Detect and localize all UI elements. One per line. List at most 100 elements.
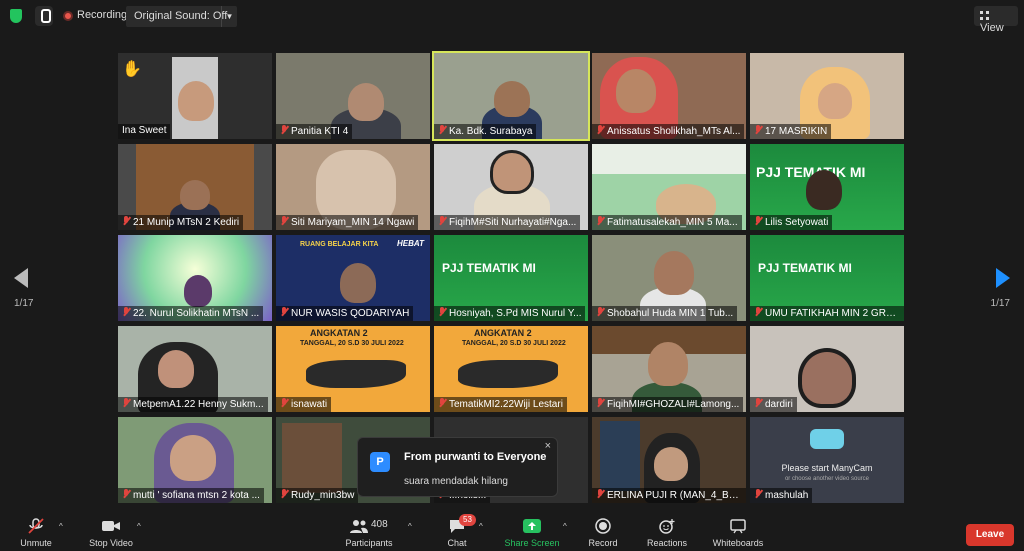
- participant-tile[interactable]: MetpemA1.22 Henny Sukm...: [118, 326, 272, 412]
- participant-name: dardiri: [750, 397, 797, 412]
- participant-name: Hosniyah, S.Pd MIS Nurul Y...: [434, 306, 586, 321]
- chat-options-caret-icon[interactable]: ^: [479, 522, 483, 531]
- muted-mic-icon: [280, 489, 288, 499]
- participant-name: Panitia KTI 4: [276, 124, 353, 139]
- participant-tile[interactable]: PJJ TEMATIK MI Hosniyah, S.Pd MIS Nurul …: [434, 235, 588, 321]
- leave-meeting-button[interactable]: Leave: [966, 524, 1014, 546]
- next-page-arrow-icon[interactable]: [996, 268, 1010, 288]
- participants-button[interactable]: 408 Participants: [340, 510, 398, 551]
- participant-name: mutti ' sofiana mtsn 2 kota ...: [118, 488, 264, 503]
- view-button[interactable]: View: [974, 6, 1018, 34]
- participants-options-caret-icon[interactable]: ^: [408, 522, 412, 531]
- audio-mic-icon[interactable]: [35, 6, 53, 26]
- banner-title: PJJ TEMATIK MI: [758, 261, 852, 275]
- muted-mic-icon: [596, 489, 604, 499]
- participant-tile[interactable]: dardiri: [750, 326, 904, 412]
- chat-notification-message: suara mendadak hilang: [404, 476, 508, 487]
- muted-mic-icon: [596, 216, 604, 226]
- top-bar: Recording Original Sound: Off ▼ View: [0, 0, 1024, 34]
- participant-tile[interactable]: 21 Munip MTsN 2 Kediri: [118, 144, 272, 230]
- participant-name: NUR WASIS QODARIYAH: [276, 306, 414, 321]
- recording-label: Recording: [77, 9, 128, 21]
- participant-tile[interactable]: FiqihMI#GHOZALI#Lamong...: [592, 326, 746, 412]
- participant-tile[interactable]: Shobahul Huda MIN 1 Tub...: [592, 235, 746, 321]
- participant-name: 21 Munip MTsN 2 Kediri: [118, 215, 244, 230]
- muted-mic-icon: [596, 398, 604, 408]
- whiteboard-icon: [730, 519, 746, 534]
- close-icon[interactable]: ×: [545, 440, 551, 452]
- participant-name: 17 MASRIKIN: [750, 124, 832, 139]
- hebat-logo: HEBAT: [397, 239, 424, 248]
- page-indicator-left: 1/17: [14, 298, 34, 309]
- grid-view-icon: [980, 11, 989, 20]
- muted-mic-icon: [596, 125, 604, 135]
- muted-mic-icon: [280, 307, 288, 317]
- participant-name: Ka. Bdk. Surabaya: [434, 124, 537, 139]
- participant-tile[interactable]: Anissatus Sholikhah_MTs Al...: [592, 53, 746, 139]
- participant-tile[interactable]: Siti Mariyam_MIN 14 Ngawi: [276, 144, 430, 230]
- chat-button[interactable]: 53 Chat: [440, 510, 476, 551]
- muted-mic-icon: [280, 216, 288, 226]
- participant-name: TematikMI2.22Wiji Lestari: [434, 397, 567, 412]
- recording-indicator-icon: [63, 11, 73, 21]
- security-shield-icon[interactable]: [10, 9, 22, 23]
- participant-tile[interactable]: Panitia KTI 4: [276, 53, 430, 139]
- reactions-button[interactable]: Reactions: [644, 510, 690, 551]
- participant-tile[interactable]: RUANG BELAJAR KITA HEBAT NUR WASIS QODAR…: [276, 235, 430, 321]
- participant-name: mashulah: [750, 488, 813, 503]
- muted-mic-icon: [122, 307, 130, 317]
- banner-tanggal: TANGGAL, 20 S.D 30 JULI 2022: [462, 340, 566, 347]
- participant-tile[interactable]: ✋ Ina Sweet: [118, 53, 272, 139]
- muted-mic-icon: [438, 307, 446, 317]
- banner-angkatan: ANGKATAN 2: [474, 328, 532, 338]
- muted-mic-icon: [754, 125, 762, 135]
- chat-unread-badge: 53: [459, 514, 476, 526]
- muted-mic-icon: [754, 307, 762, 317]
- participant-tile[interactable]: FiqihM#Siti Nurhayati#Nga...: [434, 144, 588, 230]
- participant-tile[interactable]: 22. Nurul Solikhatin MTsN ...: [118, 235, 272, 321]
- smiley-plus-icon: [659, 519, 675, 534]
- participant-tile[interactable]: PJJ TEMATIK MI UMU FATIKHAH MIN 2 GRE...: [750, 235, 904, 321]
- banner-angkatan: ANGKATAN 2: [310, 328, 368, 338]
- sender-avatar: P: [370, 452, 390, 472]
- participant-tile[interactable]: ANGKATAN 2 TANGGAL, 20 S.D 30 JULI 2022 …: [434, 326, 588, 412]
- participant-tile[interactable]: mutti ' sofiana mtsn 2 kota ...: [118, 417, 272, 503]
- view-label: View: [980, 22, 1004, 34]
- video-options-caret-icon[interactable]: ^: [137, 522, 141, 531]
- mic-muted-icon: [28, 518, 44, 534]
- chevron-down-icon[interactable]: ▼: [221, 6, 237, 27]
- record-button[interactable]: Record: [584, 510, 622, 551]
- chat-notification[interactable]: P From purwanti to Everyone suara mendad…: [357, 437, 558, 497]
- banner-title: RUANG BELAJAR KITA: [300, 241, 379, 248]
- participant-tile[interactable]: ERLINA PUJI R (MAN_4_BA...: [592, 417, 746, 503]
- participant-name: Siti Mariyam_MIN 14 Ngawi: [276, 215, 419, 230]
- share-screen-icon: [523, 519, 541, 533]
- participant-tile[interactable]: PJJ TEMATIK MI Lilis Setyowati: [750, 144, 904, 230]
- participant-tile-active-speaker[interactable]: Ka. Bdk. Surabaya: [432, 51, 590, 141]
- participant-name: FiqihMI#GHOZALI#Lamong...: [592, 397, 744, 412]
- participant-tile[interactable]: 17 MASRIKIN: [750, 53, 904, 139]
- banner-title: PJJ TEMATIK MI: [442, 261, 536, 275]
- participant-tile[interactable]: Fatimatusalekah_MIN 5 Ma...: [592, 144, 746, 230]
- muted-mic-icon: [438, 125, 446, 135]
- meeting-toolbar: Unmute ^ Stop Video ^ 408 Participants ^…: [0, 510, 1024, 551]
- muted-mic-icon: [754, 489, 762, 499]
- original-sound-label: Original Sound: Off: [134, 10, 228, 22]
- participant-name: Lilis Setyowati: [750, 215, 833, 230]
- participant-tile[interactable]: Please start ManyCam or choose another v…: [750, 417, 904, 503]
- unmute-button[interactable]: Unmute: [14, 510, 58, 551]
- muted-mic-icon: [280, 398, 288, 408]
- stop-video-button[interactable]: Stop Video: [84, 510, 138, 551]
- muted-mic-icon: [122, 489, 130, 499]
- audio-options-caret-icon[interactable]: ^: [59, 522, 63, 531]
- share-screen-button[interactable]: Share Screen: [500, 510, 564, 551]
- participant-name: MetpemA1.22 Henny Sukm...: [118, 397, 268, 412]
- muted-mic-icon: [754, 398, 762, 408]
- participant-name: Fatimatusalekah_MIN 5 Ma...: [592, 215, 742, 230]
- original-sound-toggle[interactable]: Original Sound: Off ▼: [126, 6, 237, 27]
- previous-page-arrow-icon[interactable]: [14, 268, 28, 288]
- participant-tile[interactable]: ANGKATAN 2 TANGGAL, 20 S.D 30 JULI 2022 …: [276, 326, 430, 412]
- participant-name: ERLINA PUJI R (MAN_4_BA...: [592, 488, 746, 503]
- share-options-caret-icon[interactable]: ^: [563, 522, 567, 531]
- whiteboards-button[interactable]: Whiteboards: [708, 510, 768, 551]
